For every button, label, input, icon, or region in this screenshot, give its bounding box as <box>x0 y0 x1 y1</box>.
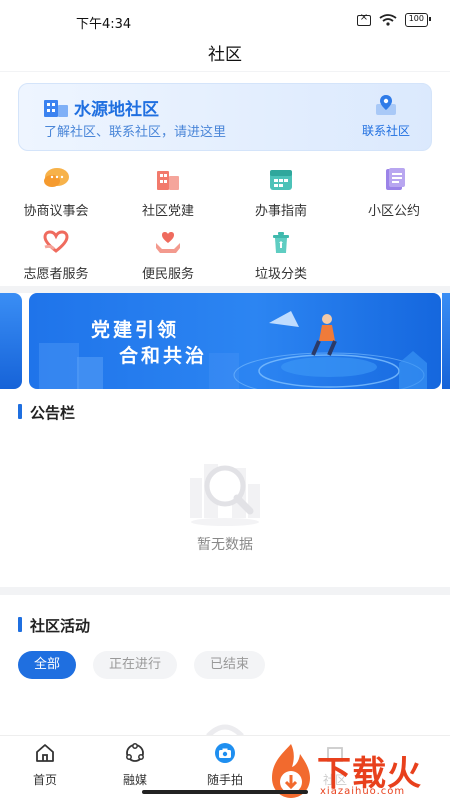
banner-next-peek <box>442 293 450 389</box>
grid-item-party-building[interactable]: 社区党建 <box>112 166 224 219</box>
wifi-icon <box>379 14 397 26</box>
tab-label: 随手拍 <box>206 773 243 787</box>
home-icon <box>36 744 54 762</box>
trash-bin-icon <box>273 232 289 253</box>
grid-label: 协商议事会 <box>23 204 89 219</box>
care-hands-icon <box>156 232 180 253</box>
activities-empty-peek <box>206 724 244 736</box>
grid-label: 垃圾分类 <box>254 267 307 282</box>
grid-item-convention[interactable]: 小区公约 <box>338 166 450 219</box>
contact-community-label: 联系社区 <box>361 124 410 138</box>
notice-title: 公告栏 <box>18 402 75 423</box>
notice-empty-state: 暂无数据 <box>0 438 450 554</box>
community-desc: 了解社区、联系社区，请进这里 <box>44 125 227 140</box>
map-pin-icon <box>376 95 396 115</box>
status-icons: 100 <box>356 12 432 27</box>
chip-ongoing[interactable]: 正在进行 <box>93 651 178 679</box>
page-title: 社区 <box>208 45 242 65</box>
tab-label: 融媒 <box>122 773 147 787</box>
building-icon <box>44 100 68 117</box>
banner-line1: 党建引领 <box>91 319 180 341</box>
banner-slide[interactable]: 党建引领 合和共治 <box>29 293 441 389</box>
empty-search-icon <box>190 464 260 526</box>
grid-label: 小区公约 <box>367 204 420 219</box>
banner-line2: 合和共治 <box>119 345 208 367</box>
banner-prev-peek <box>0 293 22 389</box>
title-divider <box>0 71 450 72</box>
chip-all[interactable]: 全部 <box>18 651 77 679</box>
notice-empty-text: 暂无数据 <box>197 537 253 553</box>
contact-community-button[interactable]: 联系社区 <box>353 94 419 139</box>
chip-ended[interactable]: 已结束 <box>194 651 266 679</box>
calendar-guide-icon <box>270 170 292 190</box>
activity-filter-chips: 全部 正在进行 已结束 <box>18 651 266 679</box>
party-building-icon <box>157 171 179 190</box>
grid-label: 办事指南 <box>254 204 307 219</box>
camera-icon <box>215 743 235 763</box>
tab-snapshot[interactable]: 随手拍 <box>190 742 260 788</box>
tab-media[interactable]: 融媒 <box>100 742 170 788</box>
grid-label: 便民服务 <box>141 267 194 282</box>
status-time: 下午4:34 <box>76 17 132 32</box>
sim-off-icon <box>356 12 371 26</box>
grid-item-consultation[interactable]: 协商议事会 <box>0 166 112 219</box>
community-card[interactable]: 水源地社区 了解社区、联系社区，请进这里 联系社区 <box>18 83 432 151</box>
grid-item-garbage[interactable]: 垃圾分类 <box>225 229 337 282</box>
grid-label: 社区党建 <box>141 204 194 219</box>
grid-item-convenience[interactable]: 便民服务 <box>112 229 224 282</box>
media-icon <box>126 743 144 762</box>
heart-hands-icon <box>43 230 69 253</box>
page-title-bar: 社区 <box>0 36 450 70</box>
community-name: 水源地社区 <box>74 100 159 120</box>
section-divider <box>0 286 450 293</box>
section-divider <box>0 587 450 595</box>
grid-label: 志愿者服务 <box>23 267 89 282</box>
tab-label: 首页 <box>32 773 57 787</box>
tab-home[interactable]: 首页 <box>10 742 80 788</box>
grid-item-guide[interactable]: 办事指南 <box>225 166 337 219</box>
battery-icon: 100 <box>404 13 432 27</box>
chat-bubbles-icon <box>44 168 69 187</box>
banner-carousel[interactable]: 党建引领 合和共治 <box>0 293 450 389</box>
grid-item-volunteer[interactable]: 志愿者服务 <box>0 229 112 282</box>
status-bar: 下午4:34 100 <box>0 0 450 38</box>
watermark-url: xiazaihuo.com <box>320 786 406 797</box>
home-indicator <box>142 790 308 794</box>
activities-title: 社区活动 <box>18 615 90 636</box>
document-convention-icon <box>386 168 405 190</box>
